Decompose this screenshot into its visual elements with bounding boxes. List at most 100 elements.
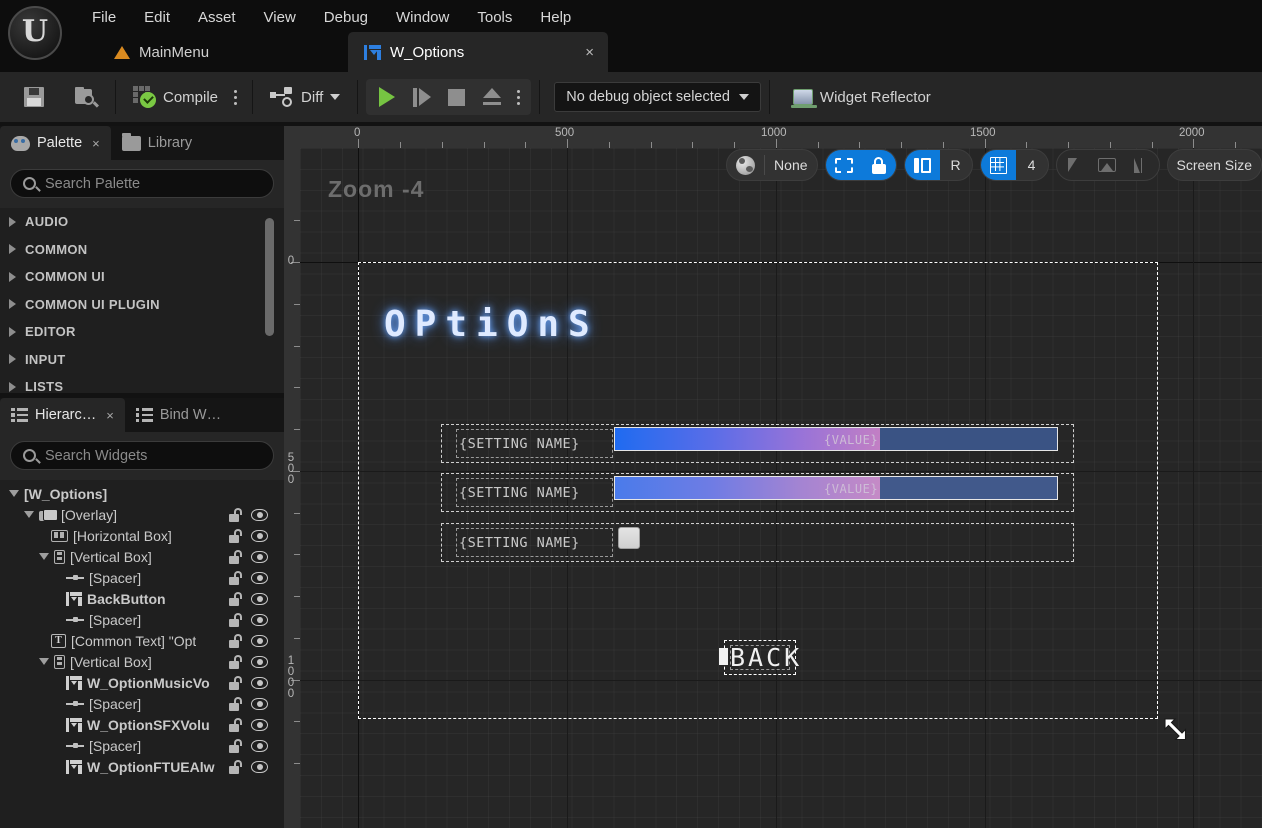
unlock-icon[interactable] <box>229 612 242 627</box>
search-widgets-input[interactable] <box>45 447 261 464</box>
hierarchy-row[interactable]: W_OptionMusicVo <box>0 672 284 693</box>
unlock-icon[interactable] <box>229 717 242 732</box>
menu-tools[interactable]: Tools <box>463 5 526 30</box>
tab-hierarchy[interactable]: Hierarc… × <box>0 398 125 432</box>
hierarchy-row[interactable]: W_OptionFTUEAlw <box>0 756 284 777</box>
menu-file[interactable]: File <box>78 5 130 30</box>
eject-button[interactable] <box>475 82 508 112</box>
menu-window[interactable]: Window <box>382 5 463 30</box>
palette-category-lists[interactable]: LISTS <box>0 373 284 393</box>
compile-options-kebab[interactable] <box>227 84 244 111</box>
chevron-down-icon[interactable] <box>9 490 19 497</box>
setting-row-3-checkbox[interactable] <box>618 527 640 549</box>
chevron-down-icon[interactable] <box>39 553 49 560</box>
menu-asset[interactable]: Asset <box>184 5 250 30</box>
unlock-icon[interactable] <box>229 738 242 753</box>
menu-edit[interactable]: Edit <box>130 5 184 30</box>
visibility-eye-icon[interactable] <box>251 613 268 626</box>
unlock-icon[interactable] <box>229 507 242 522</box>
visibility-eye-icon[interactable] <box>251 676 268 689</box>
palette-category-editor[interactable]: EDITOR <box>0 318 284 346</box>
search-palette-input[interactable] <box>45 175 261 192</box>
screen-size-dropdown[interactable]: Screen Size <box>1168 150 1261 180</box>
close-icon[interactable]: × <box>585 44 594 61</box>
play-button[interactable] <box>370 82 403 112</box>
global-space-button[interactable] <box>727 150 764 180</box>
visibility-eye-icon[interactable] <box>251 739 268 752</box>
hierarchy-row[interactable]: [Horizontal Box] <box>0 525 284 546</box>
asset-tab-w-options[interactable]: W_Options × <box>348 32 608 72</box>
menu-help[interactable]: Help <box>526 5 585 30</box>
unlock-icon[interactable] <box>229 696 242 711</box>
hierarchy-row[interactable]: [Spacer] <box>0 567 284 588</box>
tab-bind-widgets[interactable]: Bind W… <box>125 398 232 432</box>
compile-button[interactable]: Compile <box>124 81 227 113</box>
chevron-down-icon[interactable] <box>39 658 49 665</box>
unlock-icon[interactable] <box>229 759 242 774</box>
visibility-eye-icon[interactable] <box>251 529 268 542</box>
designer-canvas[interactable]: 0 500 1000 1500 2000 0 5 0 0 1 0 0 0 Zoo… <box>284 126 1262 828</box>
play-options-kebab[interactable] <box>510 84 527 111</box>
tab-library[interactable]: Library <box>111 126 203 160</box>
palette-category-common-ui-plugin[interactable]: COMMON UI PLUGIN <box>0 291 284 319</box>
visibility-eye-icon[interactable] <box>251 760 268 773</box>
hierarchy-row[interactable]: [Spacer] <box>0 609 284 630</box>
hierarchy-row[interactable]: [Vertical Box] <box>0 546 284 567</box>
unlock-icon[interactable] <box>229 528 242 543</box>
hierarchy-row[interactable]: T [Common Text] "Opt <box>0 630 284 651</box>
widget-reflector-button[interactable]: Widget Reflector <box>784 84 940 111</box>
hierarchy-row[interactable]: BackButton <box>0 588 284 609</box>
palette-category-input[interactable]: INPUT <box>0 346 284 374</box>
hierarchy-search-box[interactable] <box>10 441 274 470</box>
hierarchy-row[interactable]: W_OptionSFXVolu <box>0 714 284 735</box>
hierarchy-row[interactable]: [Vertical Box] <box>0 651 284 672</box>
visibility-eye-icon[interactable] <box>251 508 268 521</box>
close-icon[interactable]: × <box>92 136 100 151</box>
visibility-eye-icon[interactable] <box>251 655 268 668</box>
menu-debug[interactable]: Debug <box>310 5 382 30</box>
unlock-icon[interactable] <box>229 654 242 669</box>
menu-view[interactable]: View <box>250 5 310 30</box>
palette-category-audio[interactable]: AUDIO <box>0 208 284 236</box>
visibility-eye-icon[interactable] <box>251 571 268 584</box>
unlock-icon[interactable] <box>229 675 242 690</box>
grid-snap-value[interactable]: 4 <box>1016 150 1048 180</box>
visibility-eye-icon[interactable] <box>251 592 268 605</box>
none-dropdown[interactable]: None <box>765 150 816 180</box>
visibility-eye-icon[interactable] <box>251 718 268 731</box>
step-button[interactable] <box>405 82 438 112</box>
palette-category-common-ui[interactable]: COMMON UI <box>0 263 284 291</box>
debug-object-dropdown[interactable]: No debug object selected <box>554 82 761 112</box>
tab-palette[interactable]: Palette × <box>0 126 111 160</box>
chevron-down-icon[interactable] <box>24 511 34 518</box>
palette-search-box[interactable] <box>10 169 274 198</box>
lock-button[interactable] <box>861 150 896 180</box>
mirror-button[interactable] <box>1125 150 1159 180</box>
stop-button[interactable] <box>440 82 473 112</box>
image-preview-button[interactable] <box>1089 150 1125 180</box>
hierarchy-row[interactable]: [W_Options] <box>0 483 284 504</box>
visibility-eye-icon[interactable] <box>251 634 268 647</box>
show-dashed-outlines-button[interactable] <box>825 150 862 180</box>
hierarchy-row[interactable]: [Overlay] <box>0 504 284 525</box>
asset-tab-mainmenu[interactable]: MainMenu <box>98 32 225 72</box>
diff-button[interactable]: Diff <box>261 82 349 112</box>
unlock-icon[interactable] <box>229 549 242 564</box>
palette-scrollbar[interactable] <box>265 218 274 336</box>
marquee-select-button[interactable] <box>1057 150 1089 180</box>
unlock-icon[interactable] <box>229 591 242 606</box>
unlock-icon[interactable] <box>229 633 242 648</box>
browse-button[interactable] <box>66 82 107 113</box>
save-button[interactable] <box>14 81 54 113</box>
grid-snap-button[interactable] <box>980 150 1016 180</box>
rotation-snap-button[interactable]: R <box>940 150 972 180</box>
close-icon[interactable]: × <box>106 408 114 423</box>
palette-category-common[interactable]: COMMON <box>0 236 284 264</box>
hierarchy-row[interactable]: [Spacer] <box>0 693 284 714</box>
visibility-eye-icon[interactable] <box>251 550 268 563</box>
visibility-eye-icon[interactable] <box>251 697 268 710</box>
layout-snap-button[interactable] <box>904 150 940 180</box>
hierarchy-row[interactable]: [Spacer] <box>0 735 284 756</box>
design-surface[interactable]: Zoom -4 OPtiOnS {SETTING NAME} {VALUE} {… <box>300 148 1262 828</box>
unlock-icon[interactable] <box>229 570 242 585</box>
